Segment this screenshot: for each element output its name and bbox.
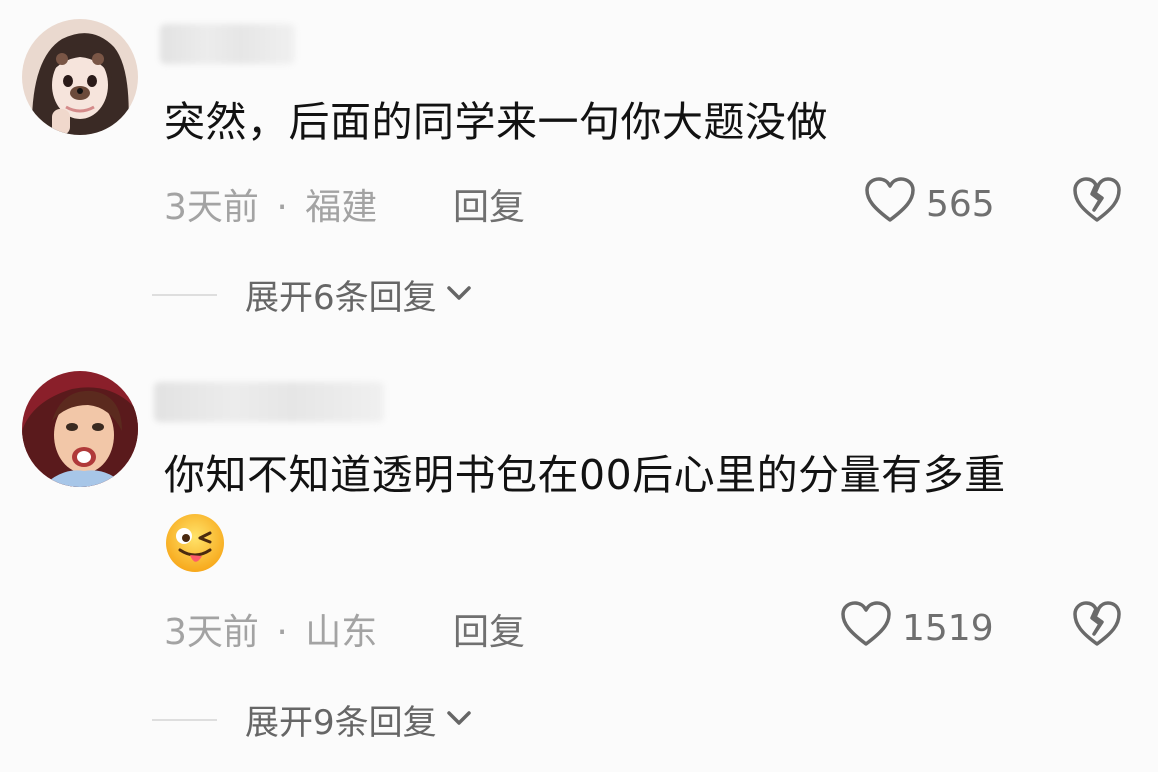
user-avatar[interactable] xyxy=(22,371,138,487)
comment-item: 你知不知道透明书包在00后心里的分量有多重 3天前 · 山东 回复 1519 展… xyxy=(0,0,1158,772)
comment-text: 你知不知道透明书包在00后心里的分量有多重 xyxy=(164,451,1006,499)
comment-meta: 3天前 · 山东 xyxy=(164,603,377,655)
meta-separator: · xyxy=(276,612,288,653)
reply-button[interactable]: 回复 xyxy=(453,603,525,655)
comment-time: 3天前 xyxy=(164,612,259,653)
dislike-button[interactable] xyxy=(1072,600,1122,652)
like-button[interactable]: 1519 xyxy=(840,600,994,657)
like-count: 1519 xyxy=(902,608,994,649)
expand-replies-button[interactable]: 展开9条回复 xyxy=(152,695,473,744)
chevron-down-icon xyxy=(437,708,473,732)
broken-heart-icon xyxy=(1072,601,1122,652)
divider-line xyxy=(152,718,217,721)
username-blurred[interactable] xyxy=(154,382,384,422)
emoji-wink-tongue-icon xyxy=(164,512,226,574)
heart-outline-icon xyxy=(840,600,892,657)
expand-replies-label: 展开9条回复 xyxy=(245,703,437,743)
comment-location: 山东 xyxy=(305,612,378,653)
